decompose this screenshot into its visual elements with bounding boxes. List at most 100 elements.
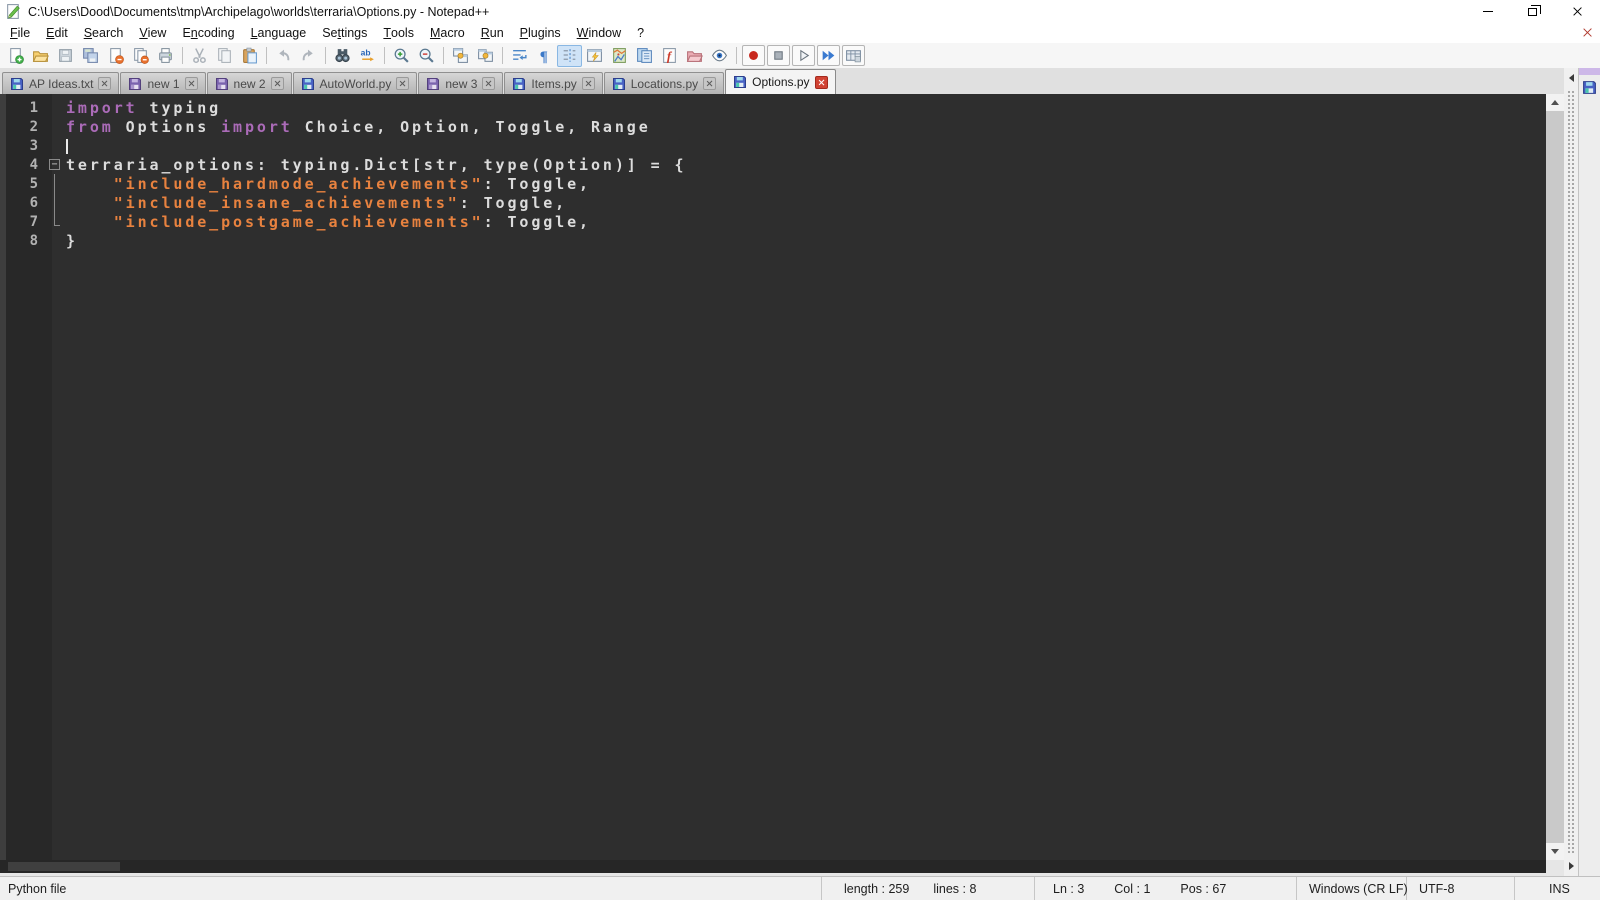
function-panel-button[interactable]: [582, 45, 607, 67]
tab-options-py[interactable]: Options.py: [725, 69, 836, 94]
code-editor[interactable]: 1 import typing 2 from Options import Choic…: [0, 94, 1546, 860]
code-text[interactable]: from Options import Choice, Option, Togg…: [66, 118, 651, 136]
code-text[interactable]: terraria_options: typing.Dict[str, type(…: [66, 156, 686, 174]
macro-run-multiple-button[interactable]: [817, 45, 840, 66]
tab-new-2[interactable]: new 2: [206, 72, 292, 94]
zoom-in-button[interactable]: [389, 45, 414, 67]
code-line: 4− terraria_options: typing.Dict[str, typ…: [0, 155, 1546, 174]
sync-horizontal-scroll-button[interactable]: [473, 45, 498, 67]
menu-item-file[interactable]: File: [2, 23, 38, 43]
monitoring-button[interactable]: [707, 45, 732, 67]
close-window-button[interactable]: [1555, 0, 1600, 23]
menu-item-macro[interactable]: Macro: [422, 23, 473, 43]
dock-grip[interactable]: [1564, 68, 1578, 876]
menu-item-view[interactable]: View: [131, 23, 174, 43]
menu-item-tools[interactable]: Tools: [375, 23, 422, 43]
document-map-button[interactable]: [607, 45, 632, 67]
tab-close-button[interactable]: [270, 77, 284, 90]
fold-collapse-icon[interactable]: −: [49, 159, 60, 170]
macro-play-button[interactable]: [792, 45, 815, 66]
tab-close-button[interactable]: [482, 77, 496, 90]
collapse-left-icon[interactable]: [1568, 74, 1574, 82]
close-all-documents-button[interactable]: [128, 45, 153, 67]
new-file-button[interactable]: [3, 45, 28, 67]
tab-close-button[interactable]: [98, 77, 112, 90]
menu-item-language[interactable]: Language: [243, 23, 315, 43]
status-insert-mode[interactable]: INS: [1515, 877, 1600, 900]
folder-as-workspace-button[interactable]: [682, 45, 707, 67]
right-dock-strip: [1564, 68, 1600, 876]
macro-stop-button[interactable]: [767, 45, 790, 66]
vertical-scrollbar[interactable]: [1546, 94, 1564, 860]
print-icon: [157, 47, 174, 64]
sync-vertical-scroll-button[interactable]: [448, 45, 473, 67]
menu-item-help[interactable]: ?: [629, 23, 652, 43]
notepad-plus-plus-window: C:\Users\Dood\Documents\tmp\Archipelago\…: [0, 0, 1600, 900]
tab-ap-ideas-txt[interactable]: AP Ideas.txt: [2, 72, 120, 94]
menu-item-run[interactable]: Run: [473, 23, 512, 43]
unsaved-floppy-icon: [128, 77, 142, 91]
replace-button[interactable]: ab: [355, 45, 380, 67]
minimize-button[interactable]: [1465, 0, 1510, 23]
scroll-down-button[interactable]: [1546, 843, 1564, 860]
restore-down-button[interactable]: [1510, 0, 1555, 23]
undo-button[interactable]: [271, 45, 296, 67]
find-button[interactable]: [330, 45, 355, 67]
dock-grip-dots[interactable]: [1567, 90, 1575, 854]
paste-button[interactable]: [237, 45, 262, 67]
code-text[interactable]: [66, 137, 68, 155]
show-all-characters-button[interactable]: ¶: [532, 45, 557, 67]
status-line-number: Ln : 3: [1053, 881, 1085, 896]
print-button[interactable]: [153, 45, 178, 67]
tab-items-py[interactable]: Items.py: [504, 72, 603, 94]
tab-close-button[interactable]: [396, 77, 410, 90]
docked-panel-sliver: [1578, 68, 1600, 876]
tab-locations-py[interactable]: Locations.py: [603, 72, 725, 94]
copy-icon: [216, 47, 233, 64]
find-icon: [334, 47, 351, 64]
copy-button[interactable]: [212, 45, 237, 67]
code-text[interactable]: "include_insane_achievements": Toggle,: [66, 194, 567, 212]
save-button[interactable]: [53, 45, 78, 67]
open-file-button[interactable]: [28, 45, 53, 67]
cut-button[interactable]: [187, 45, 212, 67]
menu-item-settings[interactable]: Se t tings: [314, 23, 375, 43]
horizontal-scrollbar[interactable]: [0, 860, 1546, 873]
function-list-button[interactable]: f: [657, 45, 682, 67]
scroll-up-button[interactable]: [1546, 94, 1564, 111]
tab-close-button[interactable]: [814, 75, 828, 89]
zoom-out-button[interactable]: [414, 45, 439, 67]
menu-item-encoding[interactable]: En coding: [174, 23, 242, 43]
tab-new-1[interactable]: new 1: [120, 72, 206, 94]
tab-autoworld-py[interactable]: AutoWorld.py: [292, 72, 418, 94]
redo-button[interactable]: [296, 45, 321, 67]
menu-item-window[interactable]: Window: [569, 23, 629, 43]
arrow-down-icon: [1551, 849, 1559, 854]
tab-close-button[interactable]: [581, 77, 595, 90]
tab-new-3[interactable]: new 3: [418, 72, 504, 94]
indent-guide-button[interactable]: [557, 44, 582, 67]
document-list-button[interactable]: [632, 45, 657, 67]
close-document-button[interactable]: [103, 45, 128, 67]
menu-item-plugins[interactable]: Plugins: [512, 23, 569, 43]
menu-item-edit[interactable]: Edit: [38, 23, 76, 43]
collapse-right-icon[interactable]: [1568, 862, 1574, 870]
macro-save-button[interactable]: [842, 45, 865, 66]
horizontal-scroll-thumb[interactable]: [8, 862, 120, 871]
status-encoding[interactable]: UTF-8: [1407, 877, 1515, 900]
word-wrap-button[interactable]: [507, 45, 532, 67]
close-icon: [188, 80, 195, 87]
code-text[interactable]: "include_postgame_achievements": Toggle,: [66, 213, 591, 231]
menu-items: File Edit Search View En coding Language Se t tin…: [2, 23, 652, 43]
code-text[interactable]: import typing: [66, 99, 221, 117]
status-eol-format[interactable]: Windows (CR LF): [1297, 877, 1408, 900]
macro-record-button[interactable]: [742, 45, 765, 66]
tab-label: Locations.py: [630, 76, 699, 91]
menu-item-search[interactable]: Search: [76, 23, 132, 43]
code-text[interactable]: "include_hardmode_achievements": Toggle,: [66, 175, 591, 193]
close-document-button[interactable]: [1582, 26, 1592, 40]
save-all-button[interactable]: [78, 45, 103, 67]
tab-close-button[interactable]: [184, 77, 198, 90]
code-text[interactable]: }: [66, 232, 78, 250]
tab-close-button[interactable]: [703, 77, 717, 90]
